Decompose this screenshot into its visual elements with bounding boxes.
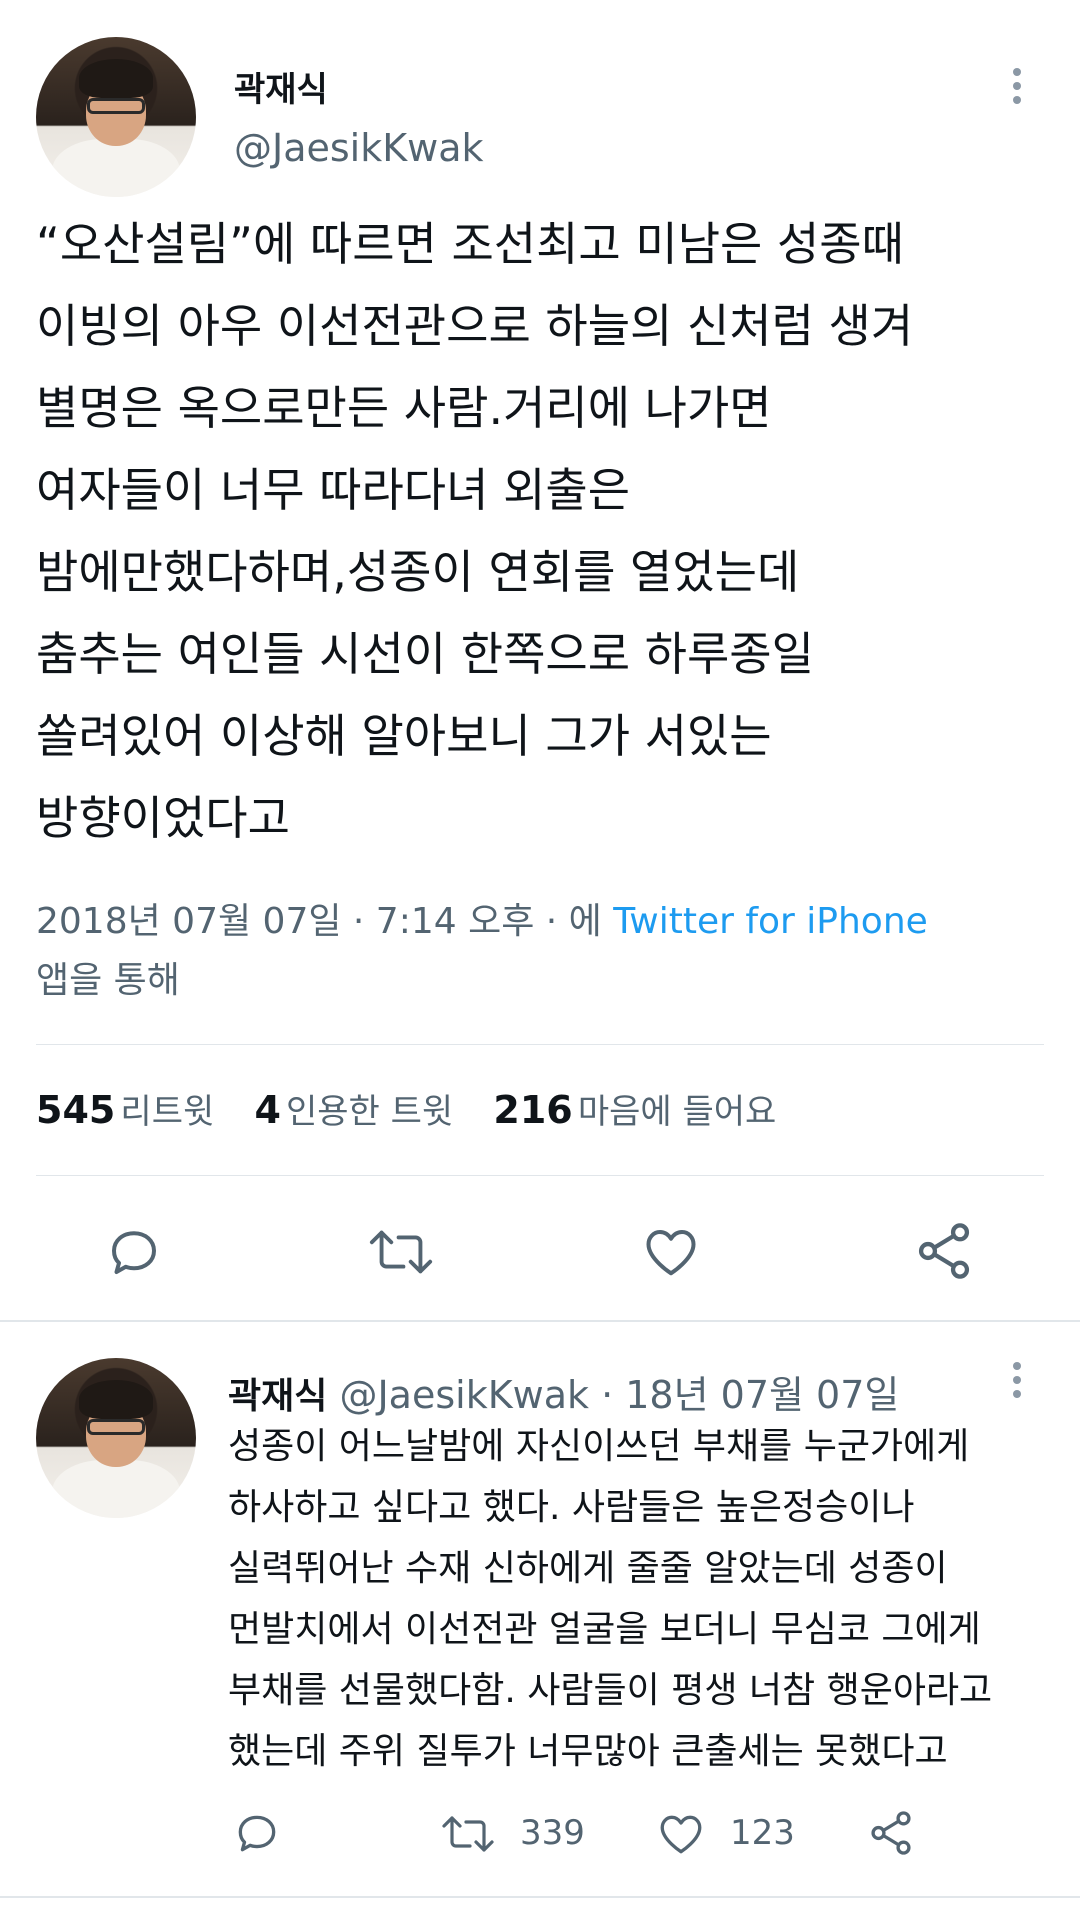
reply-text-line: 성종이 어느날밤에 자신이쓰던 부채를 누군가에게 [228, 1426, 970, 1467]
reply-header: 곽재식 @JaesikKwak · 18년 07월 07일 [228, 1364, 899, 1419]
tweet-text-line: 춤추는 여인들 시선이 한쪽으로 하루종일 [36, 627, 814, 681]
tweet-text: “오산설림”에 따르면 조선최고 미남은 성종때 이빙의 아우 이선전관으로 하… [36, 208, 1046, 854]
likes-count[interactable]: 216 [493, 1088, 572, 1132]
likes-label[interactable]: 마음에 들어요 [578, 1092, 777, 1132]
tweet-metadata: 2018년 07월 07일 · 7:14 오후 · 에 Twitter for … [36, 894, 928, 950]
share-icon[interactable] [912, 1219, 976, 1283]
reply-author-handle[interactable]: @JaesikKwak [339, 1373, 589, 1417]
reply-text-line: 먼발치에서 이선전관 얼굴을 보더니 무심코 그에게 [228, 1609, 981, 1650]
retweet-icon[interactable] [367, 1222, 435, 1282]
reply-reply-icon[interactable] [232, 1808, 282, 1858]
divider [36, 1175, 1044, 1176]
tweet-text-line: 쏠려있어 이상해 알아보니 그가 서있는 [36, 709, 772, 763]
reply-text: 성종이 어느날밤에 자신이쓰던 부채를 누군가에게 하사하고 싶다고 했다. 사… [228, 1416, 1048, 1782]
bottom-divider [0, 1896, 1080, 1898]
author-name[interactable]: 곽재식 [234, 62, 328, 111]
reply-text-line: 부채를 선물했다함. 사람들이 평생 너참 행운아라고 [228, 1670, 993, 1711]
reply-share-icon[interactable] [866, 1808, 916, 1858]
tweet-text-line: “오산설림”에 따르면 조선최고 미남은 성종때 [36, 217, 904, 271]
reply-author-avatar[interactable] [36, 1358, 196, 1518]
retweets-count[interactable]: 545 [36, 1088, 115, 1132]
tweet-text-line: 밤에만했다하며,성종이 연회를 열었는데 [36, 545, 800, 599]
reply-text-line: 실력뛰어난 수재 신하에게 줄줄 알았는데 성종이 [228, 1548, 948, 1589]
quotes-label[interactable]: 인용한 트윗 [286, 1092, 453, 1132]
tweet-text-line: 이빙의 아우 이선전관으로 하늘의 신처럼 생겨 [36, 299, 914, 353]
tweet-stats: 545 리트윗 4 인용한 트윗 216 마음에 들어요 [36, 1084, 776, 1133]
reply-heart-icon[interactable] [656, 1809, 706, 1859]
reply-icon[interactable] [104, 1222, 164, 1282]
tweet-timestamp[interactable]: 2018년 07월 07일 · 7:14 오후 · 에 [36, 901, 613, 942]
section-divider [0, 1320, 1080, 1322]
reply-retweet-icon[interactable] [440, 1810, 496, 1858]
reply-like-count: 123 [730, 1813, 795, 1853]
author-avatar[interactable] [36, 37, 196, 197]
retweets-label[interactable]: 리트윗 [120, 1092, 214, 1132]
tweet-text-line: 별명은 옥으로만든 사람.거리에 나가면 [36, 381, 772, 435]
reply-text-line: 하사하고 싶다고 했다. 사람들은 높은정승이나 [228, 1487, 915, 1528]
reply-retweet-count: 339 [520, 1813, 585, 1853]
author-handle[interactable]: @JaesikKwak [234, 126, 484, 170]
tweet-text-line: 방향이었다고 [36, 791, 290, 845]
reply-text-line: 했는데 주위 질투가 너무많아 큰출세는 못했다고 [228, 1731, 948, 1772]
more-options-icon[interactable] [1013, 68, 1025, 110]
source-suffix: 앱을 통해 [36, 960, 180, 1001]
source-app-link[interactable]: Twitter for iPhone [613, 901, 928, 942]
divider [36, 1044, 1044, 1045]
tweet-text-line: 여자들이 너무 따라다녀 외출은 [36, 463, 631, 517]
reply-more-options-icon[interactable] [1013, 1362, 1025, 1404]
heart-icon[interactable] [640, 1222, 702, 1282]
reply-author-name[interactable]: 곽재식 [228, 1376, 327, 1417]
reply-date[interactable]: · 18년 07월 07일 [601, 1373, 899, 1417]
quotes-count[interactable]: 4 [254, 1088, 280, 1132]
